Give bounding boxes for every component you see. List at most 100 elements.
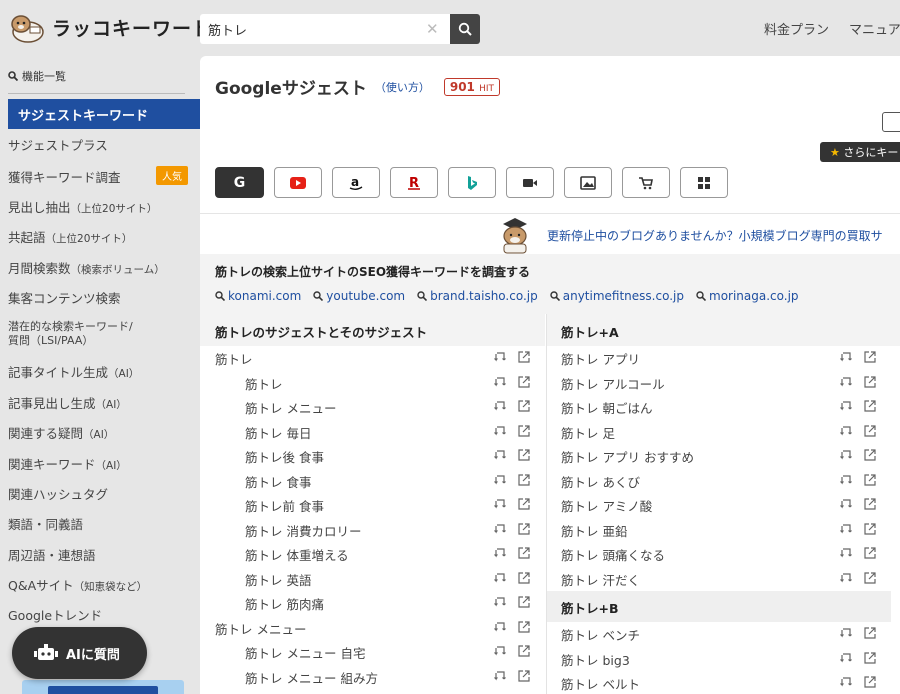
- tab-apps[interactable]: [680, 167, 728, 198]
- expand-suggest-icon[interactable]: [493, 644, 507, 658]
- sidebar-item-acquired-keywords[interactable]: 獲得キーワード調査: [8, 167, 121, 186]
- tab-shopping[interactable]: [622, 167, 670, 198]
- expand-suggest-icon[interactable]: [839, 675, 853, 689]
- sidebar-item-google-trends[interactable]: Googleトレンド: [8, 605, 102, 624]
- promo-banner[interactable]: 更新停止中のブログありませんか？小規模ブログ専門の買取サ: [495, 216, 883, 254]
- suggest-row[interactable]: 筋トレ メニュー 自宅: [200, 640, 545, 665]
- seo-link[interactable]: youtube.com: [313, 289, 405, 303]
- suggest-row[interactable]: 筋トレ 筋肉痛: [200, 591, 545, 616]
- expand-suggest-icon[interactable]: [493, 595, 507, 609]
- expand-suggest-icon[interactable]: [839, 522, 853, 536]
- search-input[interactable]: [200, 14, 450, 44]
- open-external-icon[interactable]: [517, 473, 531, 487]
- expand-suggest-icon[interactable]: [839, 497, 853, 511]
- open-external-icon[interactable]: [517, 669, 531, 683]
- open-external-icon[interactable]: [863, 424, 877, 438]
- expand-suggest-icon[interactable]: [839, 424, 853, 438]
- tab-amazon[interactable]: a: [332, 167, 380, 198]
- expand-suggest-icon[interactable]: [493, 522, 507, 536]
- tab-bing[interactable]: [448, 167, 496, 198]
- sidebar-item-related-questions[interactable]: 関連する疑問（AI）: [8, 423, 114, 442]
- open-external-icon[interactable]: [517, 546, 531, 560]
- open-external-icon[interactable]: [517, 522, 531, 536]
- suggest-keyword[interactable]: 筋トレ: [245, 374, 283, 393]
- seo-link[interactable]: morinaga.co.jp: [696, 289, 799, 303]
- suggest-keyword[interactable]: 筋トレ アプリ: [561, 349, 640, 368]
- suggest-keyword[interactable]: 筋トレ 汗だく: [561, 570, 640, 589]
- suggest-row[interactable]: 筋トレ 消費カロリー: [200, 518, 545, 543]
- tab-youtube[interactable]: [274, 167, 322, 198]
- nav-pricing[interactable]: 料金プラン: [764, 19, 829, 38]
- suggest-row[interactable]: 筋トレ ベンチ: [547, 622, 900, 647]
- tab-rakuten[interactable]: R: [390, 167, 438, 198]
- open-external-icon[interactable]: [517, 399, 531, 413]
- open-external-icon[interactable]: [863, 571, 877, 585]
- expand-suggest-icon[interactable]: [493, 399, 507, 413]
- sidebar-item-suggest-plus[interactable]: サジェストプラス: [8, 135, 108, 154]
- open-external-icon[interactable]: [863, 522, 877, 536]
- expand-suggest-icon[interactable]: [839, 651, 853, 665]
- tab-google[interactable]: G: [215, 167, 264, 198]
- suggest-keyword[interactable]: 筋トレ ベンチ: [561, 625, 640, 644]
- sidebar-item-content-search[interactable]: 集客コンテンツ検索: [8, 288, 121, 307]
- usage-link[interactable]: （使い方）: [375, 79, 430, 95]
- sidebar-item-associations[interactable]: 周辺語・連想語: [8, 545, 96, 564]
- suggest-keyword[interactable]: 筋トレ 毎日: [245, 423, 311, 442]
- suggest-keyword[interactable]: 筋トレ 体重増える: [245, 545, 349, 564]
- open-external-icon[interactable]: [863, 448, 877, 462]
- suggest-keyword[interactable]: 筋トレ 食事: [245, 472, 311, 491]
- suggest-row[interactable]: 筋トレ big3: [547, 647, 900, 672]
- open-external-icon[interactable]: [517, 595, 531, 609]
- suggest-keyword[interactable]: 筋トレ 朝ごはん: [561, 398, 652, 417]
- clear-icon[interactable]: ✕: [426, 20, 439, 38]
- suggest-keyword[interactable]: 筋トレ ベルト: [561, 674, 640, 693]
- suggest-keyword[interactable]: 筋トレ 足: [561, 423, 615, 442]
- suggest-keyword[interactable]: 筋トレ アルコール: [561, 374, 665, 393]
- suggest-keyword[interactable]: 筋トレ後 食事: [245, 447, 324, 466]
- suggest-row[interactable]: 筋トレ アプリ: [547, 346, 900, 371]
- seo-link[interactable]: konami.com: [215, 289, 301, 303]
- suggest-row[interactable]: 筋トレ アルコール: [547, 371, 900, 396]
- expand-suggest-icon[interactable]: [493, 448, 507, 462]
- open-external-icon[interactable]: [863, 375, 877, 389]
- suggest-keyword[interactable]: 筋トレ アミノ酸: [561, 496, 652, 515]
- sidebar-item-synonyms[interactable]: 類語・同義語: [8, 514, 83, 533]
- suggest-row[interactable]: 筋トレ あくび: [547, 469, 900, 494]
- ask-ai-button[interactable]: AIに質問: [12, 627, 147, 679]
- suggest-keyword[interactable]: 筋トレ アプリ おすすめ: [561, 447, 694, 466]
- copy-button[interactable]: [882, 112, 900, 132]
- expand-suggest-icon[interactable]: [493, 546, 507, 560]
- suggest-row[interactable]: 筋トレ アミノ酸: [547, 493, 900, 518]
- suggest-row[interactable]: 筋トレ 体重増える: [200, 542, 545, 567]
- tab-image[interactable]: [564, 167, 612, 198]
- open-external-icon[interactable]: [517, 497, 531, 511]
- open-external-icon[interactable]: [863, 399, 877, 413]
- suggest-row[interactable]: 筋トレ前 食事: [200, 493, 545, 518]
- suggest-keyword[interactable]: 筋トレ あくび: [561, 472, 640, 491]
- suggest-keyword[interactable]: 筋トレ メニュー 組み方: [245, 668, 378, 687]
- expand-suggest-icon[interactable]: [493, 497, 507, 511]
- suggest-keyword[interactable]: 筋トレ メニュー: [245, 398, 336, 417]
- suggest-keyword[interactable]: 筋トレ big3: [561, 650, 630, 669]
- suggest-keyword[interactable]: 筋トレ 消費カロリー: [245, 521, 361, 540]
- sidebar-item-monthly-volume[interactable]: 月間検索数（検索ボリューム）: [8, 258, 165, 277]
- sidebar-item-cooccurrence[interactable]: 共起語（上位20サイト）: [8, 227, 132, 246]
- expand-suggest-icon[interactable]: [839, 448, 853, 462]
- sidebar-item-headings[interactable]: 見出し抽出（上位20サイト）: [8, 197, 157, 216]
- suggest-row[interactable]: 筋トレ 英語: [200, 567, 545, 592]
- expand-suggest-icon[interactable]: [839, 375, 853, 389]
- expand-suggest-icon[interactable]: [493, 375, 507, 389]
- seo-link[interactable]: brand.taisho.co.jp: [417, 289, 538, 303]
- expand-suggest-icon[interactable]: [839, 626, 853, 640]
- open-external-icon[interactable]: [517, 644, 531, 658]
- sidebar-item-hashtags[interactable]: 関連ハッシュタグ: [8, 484, 108, 503]
- expand-suggest-icon[interactable]: [839, 350, 853, 364]
- expand-suggest-icon[interactable]: [493, 473, 507, 487]
- suggest-row[interactable]: 筋トレ アプリ おすすめ: [547, 444, 900, 469]
- suggest-row[interactable]: 筋トレ 足: [547, 420, 900, 445]
- suggest-row[interactable]: 筋トレ メニュー: [200, 616, 545, 641]
- suggest-row[interactable]: 筋トレ 汗だく: [547, 567, 900, 592]
- seo-link[interactable]: anytimefitness.co.jp: [550, 289, 684, 303]
- expand-suggest-icon[interactable]: [839, 571, 853, 585]
- sidebar-item-suggest-keyword[interactable]: サジェストキーワード: [8, 99, 200, 129]
